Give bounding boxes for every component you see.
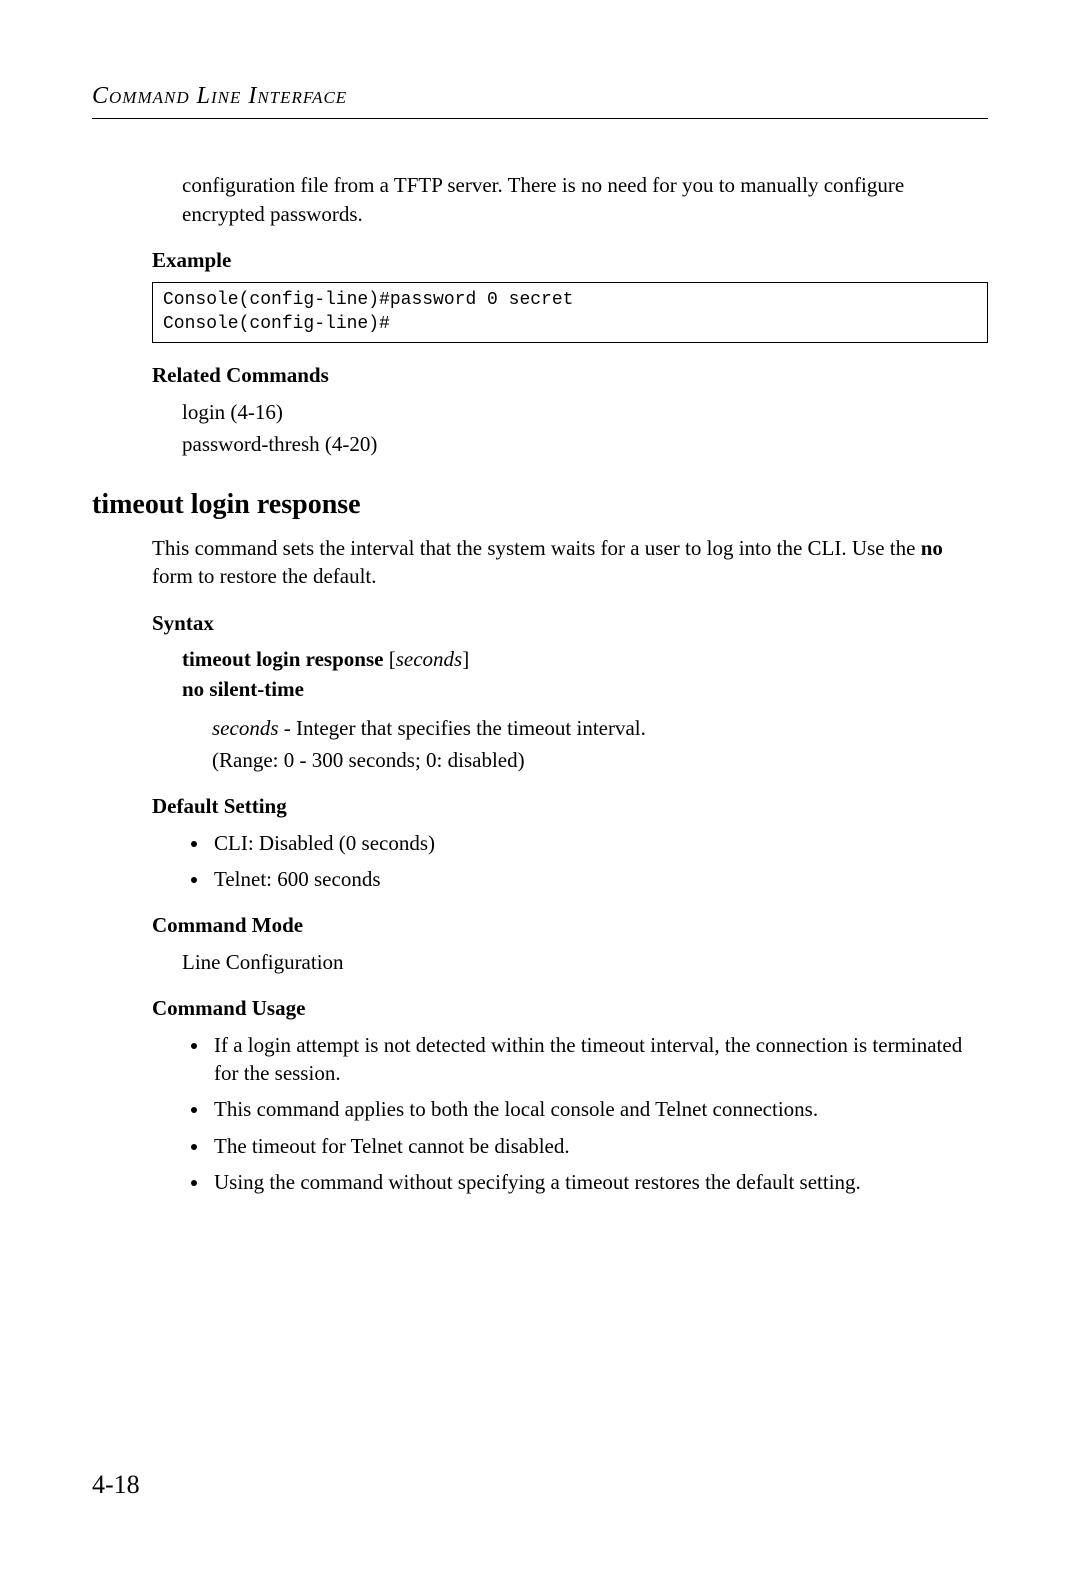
syntax-arg-seconds: seconds bbox=[396, 647, 463, 671]
running-header: Command Line Interface bbox=[92, 80, 988, 112]
carryover-paragraph: configuration file from a TFTP server. T… bbox=[182, 171, 988, 228]
usage-list: If a login attempt is not detected withi… bbox=[182, 1031, 988, 1197]
header-rule bbox=[92, 118, 988, 119]
syntax-no-form: no silent-time bbox=[182, 677, 304, 701]
example-code: Console(config-line)#password 0 secret C… bbox=[152, 282, 988, 343]
section-intro-b: form to restore the default. bbox=[152, 564, 377, 588]
syntax-param-desc: seconds - Integer that specifies the tim… bbox=[212, 714, 988, 742]
code-line-2: Console(config-line)# bbox=[163, 314, 390, 334]
code-line-1: Console(config-line)#password 0 secret bbox=[163, 290, 573, 310]
default-list: CLI: Disabled (0 seconds) Telnet: 600 se… bbox=[182, 829, 988, 894]
syntax-range: (Range: 0 - 300 seconds; 0: disabled) bbox=[212, 746, 988, 774]
command-mode-text: Line Configuration bbox=[182, 948, 988, 976]
default-setting-heading: Default Setting bbox=[152, 792, 988, 820]
section-intro: This command sets the interval that the … bbox=[152, 534, 988, 591]
related-commands-heading: Related Commands bbox=[152, 361, 988, 389]
syntax-command: timeout login response bbox=[182, 647, 383, 671]
syntax-param-name: seconds bbox=[212, 716, 279, 740]
syntax-bracket-open: [ bbox=[389, 647, 396, 671]
command-mode-heading: Command Mode bbox=[152, 911, 988, 939]
usage-item-2: This command applies to both the local c… bbox=[210, 1095, 988, 1123]
related-command-1: login (4-16) bbox=[182, 398, 988, 426]
syntax-heading: Syntax bbox=[152, 609, 988, 637]
section-intro-a: This command sets the interval that the … bbox=[152, 536, 921, 560]
page-number: 4-18 bbox=[92, 1467, 140, 1502]
section-title: timeout login response bbox=[92, 486, 988, 524]
usage-item-1: If a login attempt is not detected withi… bbox=[210, 1031, 988, 1088]
syntax-bracket-close: ] bbox=[462, 647, 469, 671]
syntax-line-2: no silent-time bbox=[182, 675, 988, 703]
syntax-param-text: - Integer that specifies the timeout int… bbox=[279, 716, 646, 740]
usage-item-3: The timeout for Telnet cannot be disable… bbox=[210, 1132, 988, 1160]
default-item-1: CLI: Disabled (0 seconds) bbox=[210, 829, 988, 857]
syntax-line-1: timeout login response [seconds] bbox=[182, 645, 988, 673]
command-usage-heading: Command Usage bbox=[152, 994, 988, 1022]
example-heading: Example bbox=[152, 246, 988, 274]
page: Command Line Interface configuration fil… bbox=[0, 0, 1080, 1570]
default-item-2: Telnet: 600 seconds bbox=[210, 865, 988, 893]
usage-item-4: Using the command without specifying a t… bbox=[210, 1168, 988, 1196]
related-command-2: password-thresh (4-20) bbox=[182, 430, 988, 458]
section-intro-bold: no bbox=[921, 536, 943, 560]
